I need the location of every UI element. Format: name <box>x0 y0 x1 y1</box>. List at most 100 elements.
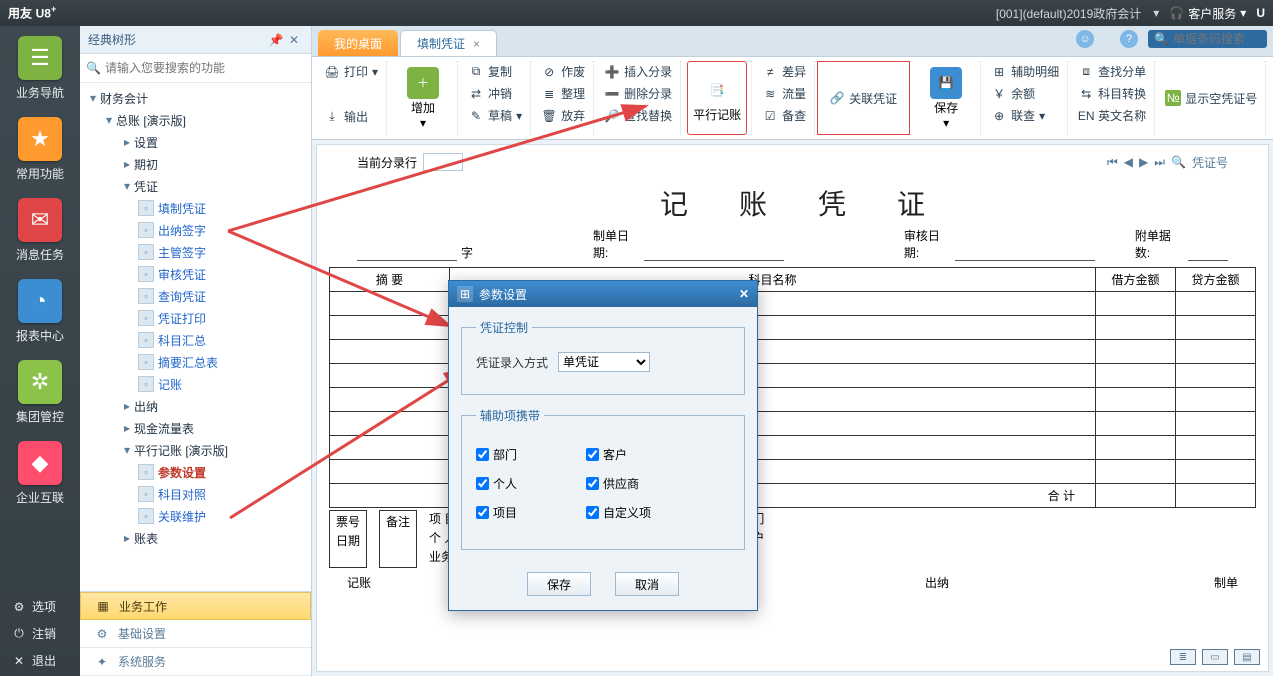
tree-node-finance[interactable]: ▾财务会计 <box>80 87 311 109</box>
tree-node-cashier[interactable]: ▸出纳 <box>80 395 311 417</box>
chk-project[interactable]: 项目 <box>476 504 586 521</box>
replace-button[interactable]: 🔎查找替换 <box>600 105 676 126</box>
dropdown-icon[interactable]: ▾ <box>1153 6 1159 20</box>
diff-button[interactable]: ≠差异 <box>758 61 810 82</box>
chk-supplier[interactable]: 供应商 <box>586 475 696 492</box>
contact-button[interactable]: ⊕联查 ▾ <box>987 105 1063 126</box>
acc-trans-button[interactable]: ⇆科目转换 <box>1074 83 1150 104</box>
dialog-titlebar[interactable]: ⊞ 参数设置 ✕ <box>449 281 757 307</box>
options-link[interactable]: ⚙选项 <box>0 593 80 620</box>
prev-record-icon[interactable]: ◀ <box>1124 155 1133 169</box>
chk-dept[interactable]: 部门 <box>476 446 586 463</box>
next-record-icon[interactable]: ▶ <box>1139 155 1148 169</box>
dialog-cancel-button[interactable]: 取消 <box>615 572 679 596</box>
balance-button[interactable]: ￥余额 <box>987 83 1063 104</box>
tree-leaf-fill-voucher[interactable]: ▫填制凭证 <box>80 197 311 219</box>
parallel-book-button[interactable]: 📑平行记账 <box>687 61 747 135</box>
tab-business-work[interactable]: ▦业务工作 <box>80 592 311 620</box>
nav-reports[interactable]: ◔报表中心 <box>8 279 72 344</box>
offset-button[interactable]: ⇄冲销 <box>464 83 526 104</box>
tree-leaf-manager-sign[interactable]: ▫主管签字 <box>80 241 311 263</box>
tab-close-icon[interactable]: × <box>473 37 480 51</box>
tree-leaf-account-summary[interactable]: ▫科目汇总 <box>80 329 311 351</box>
tree-leaf-audit-voucher[interactable]: ▫审核凭证 <box>80 263 311 285</box>
exit-link[interactable]: ✕退出 <box>0 647 80 674</box>
doc-icon: ▫ <box>138 244 154 260</box>
tree-leaf-param-settings[interactable]: ▫参数设置 <box>80 461 311 483</box>
tab-fill-voucher[interactable]: 填制凭证× <box>400 30 497 56</box>
aux-detail-button[interactable]: ⊞辅助明细 <box>987 61 1063 82</box>
entry-mode-select[interactable]: 单凭证 <box>558 352 650 372</box>
barcode-search[interactable]: 🔍 <box>1148 30 1267 48</box>
close-panel-icon[interactable]: ✕ <box>285 33 303 47</box>
first-record-icon[interactable]: ⏮ <box>1107 155 1118 170</box>
tree-leaf-account-map[interactable]: ▫科目对照 <box>80 483 311 505</box>
tree-leaf-print-voucher[interactable]: ▫凭证打印 <box>80 307 311 329</box>
tree-node-open[interactable]: ▸期初 <box>80 153 311 175</box>
tab-base-settings[interactable]: ⚙基础设置 <box>80 620 311 648</box>
pin-icon[interactable]: 📌 <box>267 33 285 47</box>
logout-link[interactable]: ⏻注销 <box>0 620 80 647</box>
delete-row-button[interactable]: ➖删除分录 <box>600 83 676 104</box>
tab-system-service[interactable]: ✦系统服务 <box>80 648 311 676</box>
dialog-close-icon[interactable]: ✕ <box>739 287 749 301</box>
draft-button[interactable]: ✎草稿 ▾ <box>464 105 526 126</box>
tree-node-ledger[interactable]: ▸账表 <box>80 527 311 549</box>
nav-favorites[interactable]: ★常用功能 <box>8 117 72 182</box>
search-voucher-icon[interactable]: 🔍 <box>1171 155 1186 169</box>
customer-service-link[interactable]: 🎧 客户服务 ▾ <box>1169 5 1246 22</box>
corner-btn-2[interactable]: ▭ <box>1202 649 1228 665</box>
nav-group[interactable]: ✲集团管控 <box>8 360 72 425</box>
gear-icon: ⚙ <box>12 600 26 614</box>
chk-customer[interactable]: 客户 <box>586 446 696 463</box>
tree-leaf-rel-maint[interactable]: ▫关联维护 <box>80 505 311 527</box>
insert-row-button[interactable]: ➕插入分录 <box>600 61 676 82</box>
u-menu[interactable]: U <box>1256 6 1265 20</box>
find-split-button[interactable]: ⧈查找分单 <box>1074 61 1150 82</box>
check-button[interactable]: ☑备查 <box>758 105 810 126</box>
chk-person[interactable]: 个人 <box>476 475 586 492</box>
save-button[interactable]: 💾保存 ▾ <box>916 61 976 135</box>
tree-header: 经典树形 📌 ✕ <box>80 26 311 54</box>
tree-node-gl[interactable]: ▾总账 [演示版] <box>80 109 311 131</box>
void-button[interactable]: ⊘作废 <box>537 61 589 82</box>
abandon-button[interactable]: 🗑放弃 <box>537 105 589 126</box>
related-voucher-button[interactable]: 🔗关联凭证 <box>825 88 901 109</box>
copy-button[interactable]: ⧉复制 <box>464 61 526 82</box>
tree-node-voucher[interactable]: ▾凭证 <box>80 175 311 197</box>
tree-node-cashflow[interactable]: ▸现金流量表 <box>80 417 311 439</box>
add-button[interactable]: ＋增加 ▾ <box>393 61 453 135</box>
chk-custom[interactable]: 自定义项 <box>586 504 696 521</box>
print-button[interactable]: 🖨打印 ▾ <box>320 61 382 82</box>
tree-leaf-book[interactable]: ▫记账 <box>80 373 311 395</box>
last-record-icon[interactable]: ⏭ <box>1154 155 1165 170</box>
nav-enterprise[interactable]: ◆企业互联 <box>8 441 72 506</box>
help-icon[interactable]: ? <box>1120 30 1138 48</box>
eng-name-button[interactable]: EN英文名称 <box>1074 105 1150 126</box>
smiley-icon[interactable]: ☺ <box>1076 30 1094 48</box>
tree-leaf-cashier-sign[interactable]: ▫出纳签字 <box>80 219 311 241</box>
nav-messages[interactable]: ✉消息任务 <box>8 198 72 263</box>
doc-icon: ▫ <box>138 508 154 524</box>
organize-button[interactable]: ≣整理 <box>537 83 589 104</box>
balance-icon: ￥ <box>991 86 1007 102</box>
grid-icon: ▦ <box>95 598 111 614</box>
dialog-save-button[interactable]: 保存 <box>527 572 591 596</box>
dialog-title: 参数设置 <box>479 286 527 303</box>
tab-desktop[interactable]: 我的桌面 <box>318 30 398 56</box>
col-debit: 借方金额 <box>1096 268 1176 292</box>
current-row-input[interactable] <box>423 153 463 171</box>
tree-leaf-query-voucher[interactable]: ▫查询凭证 <box>80 285 311 307</box>
corner-btn-3[interactable]: ▤ <box>1234 649 1260 665</box>
tree-node-parallel[interactable]: ▾平行记账 [演示版] <box>80 439 311 461</box>
corner-btn-1[interactable]: ≣ <box>1170 649 1196 665</box>
flow-button[interactable]: ≋流量 <box>758 83 810 104</box>
tree-node-settings[interactable]: ▸设置 <box>80 131 311 153</box>
tree-search-input[interactable] <box>105 58 305 78</box>
barcode-search-input[interactable] <box>1173 32 1261 46</box>
show-empty-button[interactable]: №显示空凭证号 <box>1161 61 1261 135</box>
nav-business[interactable]: ☰业务导航 <box>8 36 72 101</box>
output-button[interactable]: ⤓输出 <box>320 106 382 127</box>
tree-leaf-summary-table[interactable]: ▫摘要汇总表 <box>80 351 311 373</box>
document-tabs: 我的桌面 填制凭证× ☺▾ ? 🔍 <box>312 26 1273 56</box>
